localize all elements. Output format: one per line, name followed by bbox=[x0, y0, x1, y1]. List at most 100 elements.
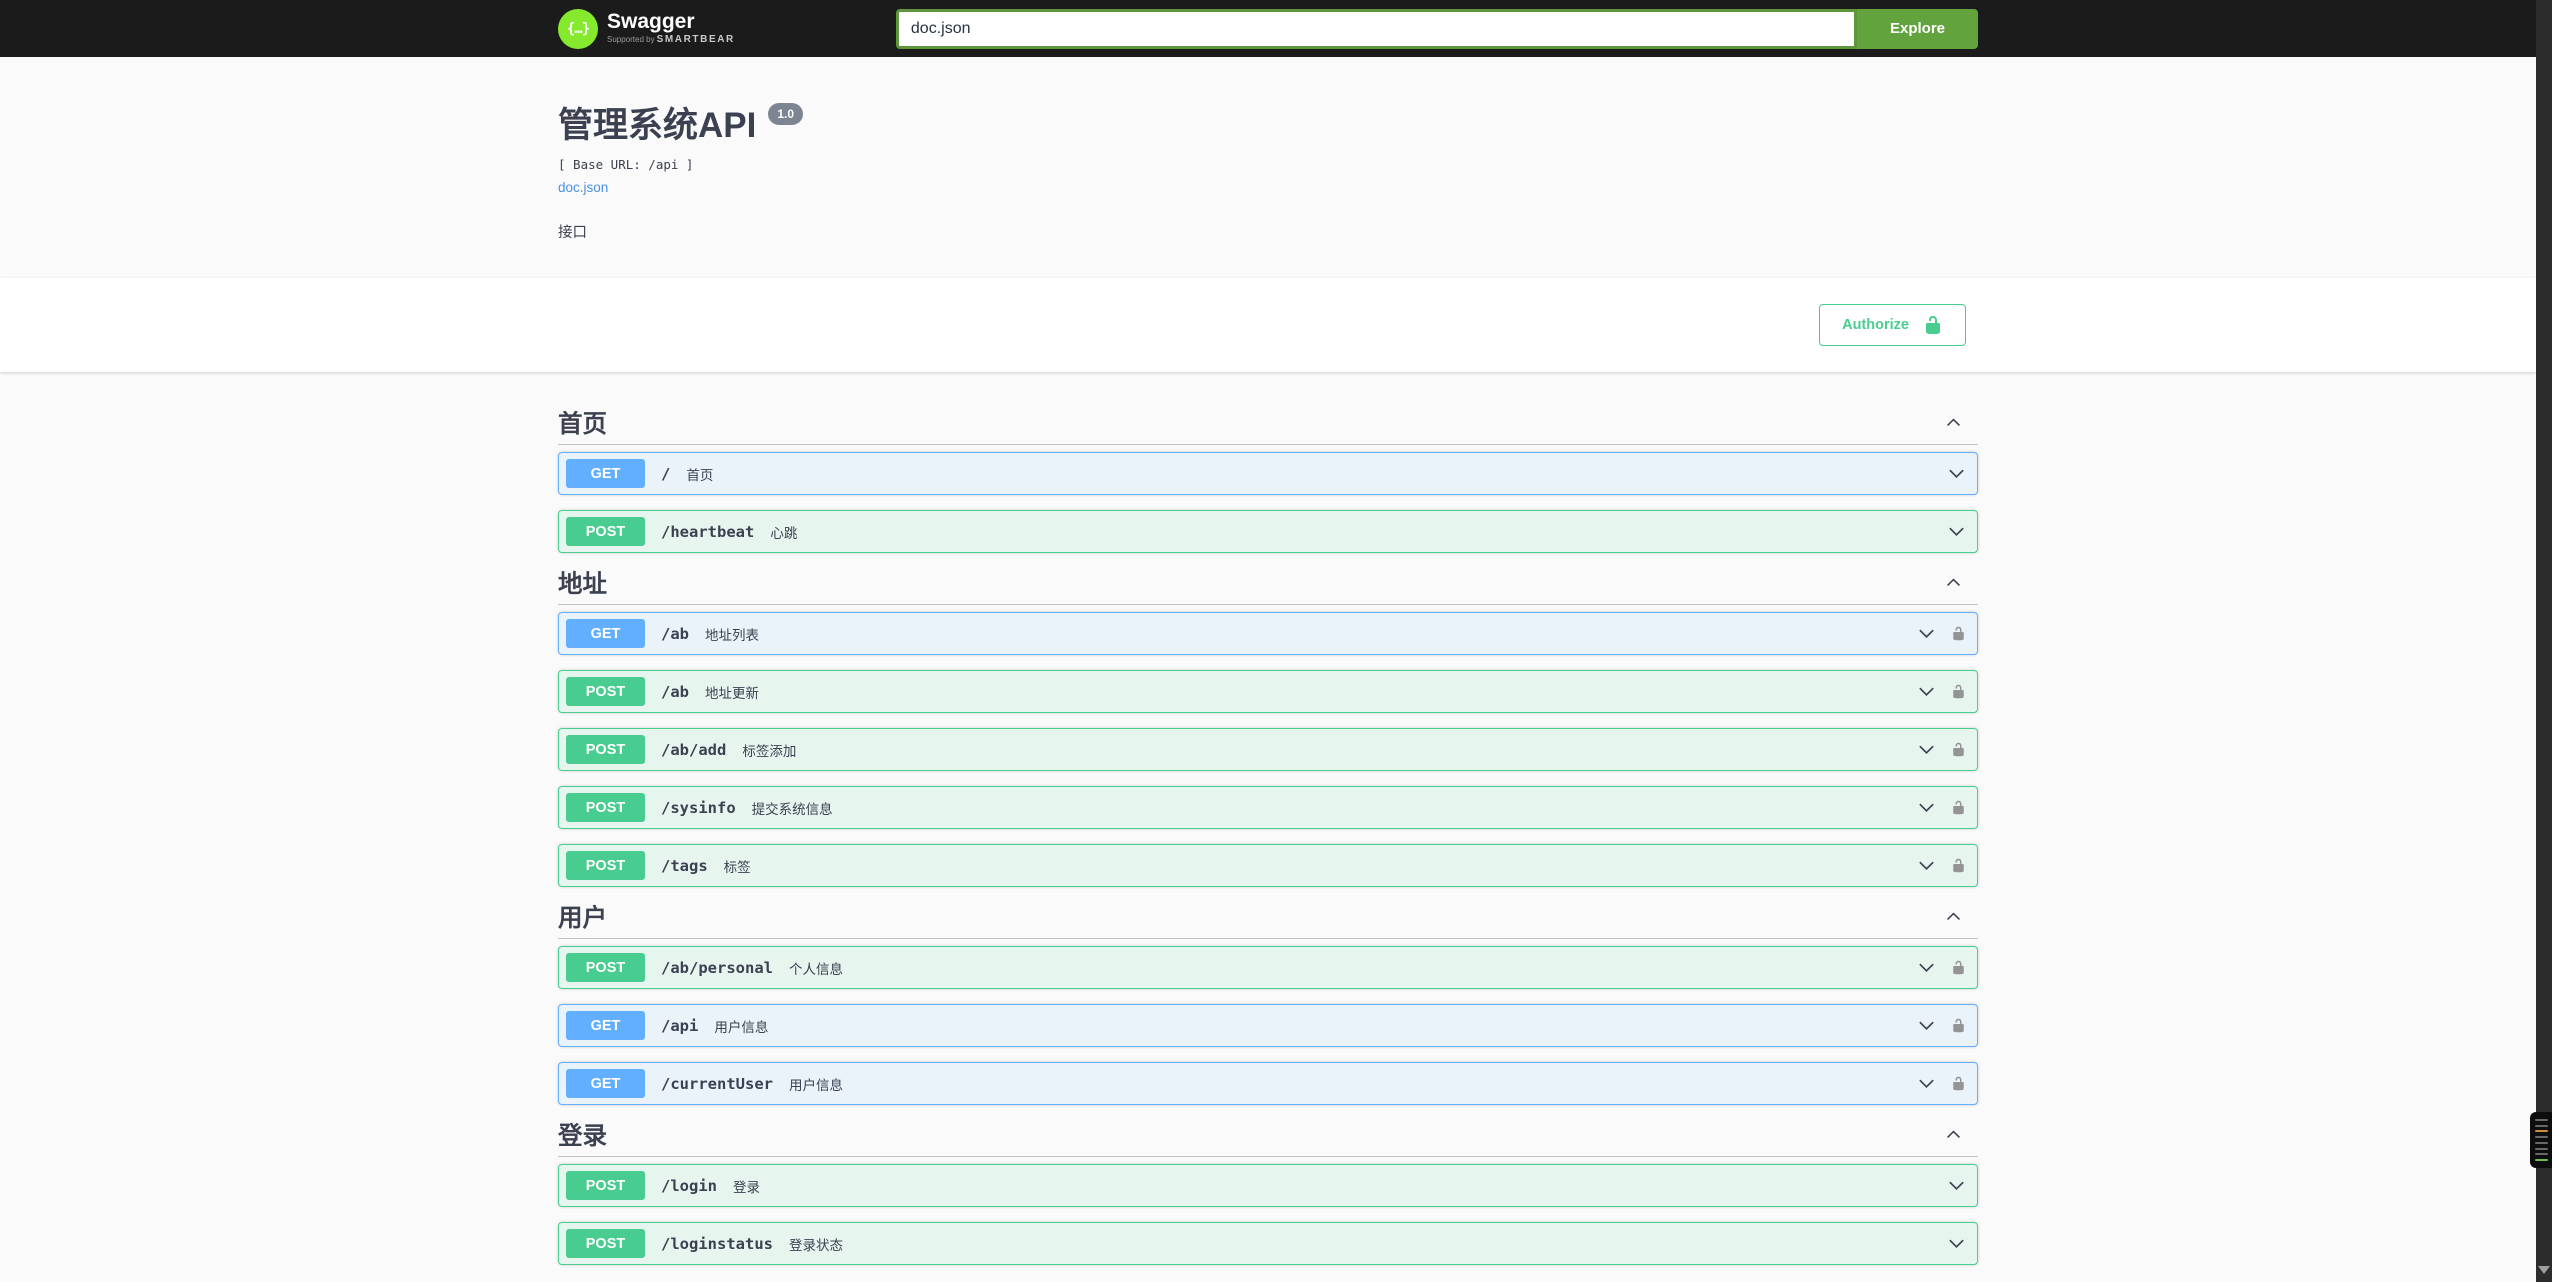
operation-path: /ab/add bbox=[661, 740, 727, 759]
operation-path: /ab/personal bbox=[661, 958, 773, 977]
section-header[interactable]: 地址 bbox=[558, 570, 1978, 605]
brand-name: Swagger bbox=[607, 10, 695, 34]
method-badge: POST bbox=[566, 677, 645, 706]
api-section: 地址 GET/ab 地址列表 POST/ab 地址更新 POST/ab/add 标签添加 PO… bbox=[558, 570, 1978, 887]
operation-row[interactable]: POST/heartbeat 心跳 bbox=[558, 510, 1978, 553]
info-section: 管理系统API 1.0 [ Base URL: /api ] doc.json … bbox=[0, 57, 2536, 278]
operation-summary: 提交系统信息 bbox=[751, 801, 833, 817]
operation-row[interactable]: POST/loginstatus 登录状态 bbox=[558, 1222, 1978, 1265]
auth-lock-button[interactable] bbox=[1951, 858, 1966, 873]
operation-path: /api bbox=[661, 1016, 699, 1035]
minimap-line bbox=[2535, 1119, 2548, 1121]
expand-chevron-icon[interactable] bbox=[1917, 740, 1936, 759]
section-title: 登录 bbox=[558, 1123, 607, 1150]
sections: 首页 GET / 首页 POST/heartbeat 心跳地址 GET/ab 地址列表 POST… bbox=[558, 372, 1978, 1265]
expand-chevron-icon[interactable] bbox=[1947, 1234, 1966, 1253]
operation-row[interactable]: POST/tags 标签 bbox=[558, 844, 1978, 887]
auth-lock-button[interactable] bbox=[1951, 742, 1966, 757]
unlock-icon bbox=[1953, 742, 1964, 757]
brand-subtitle: Supported by SMARTBEAR bbox=[607, 35, 735, 46]
expand-chevron-icon[interactable] bbox=[1917, 1074, 1936, 1093]
operation-summary: 首页 bbox=[686, 467, 714, 483]
operation-summary: 标签 bbox=[723, 859, 751, 875]
expand-chevron-icon[interactable] bbox=[1917, 856, 1936, 875]
expand-chevron-icon[interactable] bbox=[1947, 1176, 1966, 1195]
section-title: 首页 bbox=[558, 411, 607, 438]
operation-row[interactable]: POST/ab/add 标签添加 bbox=[558, 728, 1978, 771]
auth-lock-button[interactable] bbox=[1951, 684, 1966, 699]
expand-chevron-icon[interactable] bbox=[1947, 464, 1966, 483]
version-badge: 1.0 bbox=[768, 103, 804, 125]
row-controls bbox=[1947, 1176, 1966, 1195]
operation-row[interactable]: GET/ab 地址列表 bbox=[558, 612, 1978, 655]
authorize-button[interactable]: Authorize bbox=[1819, 304, 1966, 346]
expand-chevron-icon[interactable] bbox=[1917, 798, 1936, 817]
method-badge: POST bbox=[566, 953, 645, 982]
row-controls bbox=[1917, 958, 1966, 977]
unlock-icon bbox=[1953, 858, 1964, 873]
operation-path: /heartbeat bbox=[661, 522, 755, 541]
collapse-chevron-icon[interactable] bbox=[1945, 574, 1962, 591]
row-controls bbox=[1947, 464, 1966, 483]
unlock-icon bbox=[1953, 1018, 1964, 1033]
auth-lock-button[interactable] bbox=[1951, 1018, 1966, 1033]
unlock-icon bbox=[1953, 626, 1964, 641]
minimap-line bbox=[2535, 1124, 2548, 1127]
operation-path: /login bbox=[661, 1176, 717, 1195]
operation-row[interactable]: GET/currentUser 用户信息 bbox=[558, 1062, 1978, 1105]
brand-text: Swagger Supported by SMARTBEAR bbox=[607, 11, 735, 46]
operation-row[interactable]: POST/login 登录 bbox=[558, 1164, 1978, 1207]
row-controls bbox=[1947, 1234, 1966, 1253]
method-badge: POST bbox=[566, 793, 645, 822]
collapse-chevron-icon[interactable] bbox=[1945, 908, 1962, 925]
expand-chevron-icon[interactable] bbox=[1917, 1016, 1936, 1035]
minimap-line bbox=[2535, 1153, 2548, 1156]
spec-doc-link[interactable]: doc.json bbox=[558, 180, 608, 195]
operation-row[interactable]: GET/api 用户信息 bbox=[558, 1004, 1978, 1047]
base-url-label: [ Base URL: /api ] bbox=[558, 157, 694, 172]
main-content: {…} Swagger Supported bySMARTBEAR Explor… bbox=[0, 0, 2536, 1282]
row-controls bbox=[1947, 522, 1966, 541]
api-section: 首页 GET / 首页 POST/heartbeat 心跳 bbox=[558, 410, 1978, 553]
operation-path: /sysinfo bbox=[661, 798, 736, 817]
operation-row[interactable]: POST/ab 地址更新 bbox=[558, 670, 1978, 713]
scrollbar-minimap-thumb[interactable] bbox=[2530, 1112, 2552, 1168]
scrollbar-track[interactable] bbox=[2530, 0, 2552, 1282]
operation-summary: 地址更新 bbox=[705, 685, 759, 701]
section-header[interactable]: 首页 bbox=[558, 410, 1978, 445]
method-badge: GET bbox=[566, 459, 645, 488]
operation-row[interactable]: GET / 首页 bbox=[558, 452, 1978, 495]
row-controls bbox=[1917, 682, 1966, 701]
operation-path: /tags bbox=[661, 856, 708, 875]
collapse-chevron-icon[interactable] bbox=[1945, 1126, 1962, 1143]
operation-row[interactable]: POST/ab/personal 个人信息 bbox=[558, 946, 1978, 989]
expand-chevron-icon[interactable] bbox=[1947, 522, 1966, 541]
auth-lock-button[interactable] bbox=[1951, 1076, 1966, 1091]
method-badge: POST bbox=[566, 735, 645, 764]
unlock-icon bbox=[1953, 1076, 1964, 1091]
expand-chevron-icon[interactable] bbox=[1917, 958, 1936, 977]
unlock-icon bbox=[1953, 684, 1964, 699]
operation-summary: 登录状态 bbox=[788, 1237, 843, 1253]
swagger-logo-link[interactable]: {…} Swagger Supported by SMARTBEAR bbox=[558, 8, 735, 49]
unlock-icon bbox=[1953, 960, 1964, 975]
spec-url-input[interactable] bbox=[895, 8, 1857, 49]
topbar: {…} Swagger Supported bySMARTBEAR Explor… bbox=[0, 0, 2536, 57]
supported-by-label: Supported by bbox=[607, 35, 655, 45]
expand-chevron-icon[interactable] bbox=[1917, 682, 1936, 701]
collapse-chevron-icon[interactable] bbox=[1945, 414, 1962, 431]
section-header[interactable]: 登录 bbox=[558, 1122, 1978, 1157]
auth-lock-button[interactable] bbox=[1951, 960, 1966, 975]
operation-summary: 标签添加 bbox=[742, 743, 797, 759]
minimap-line bbox=[2535, 1141, 2548, 1144]
section-header[interactable]: 用户 bbox=[558, 904, 1978, 939]
auth-lock-button[interactable] bbox=[1951, 626, 1966, 641]
explore-button[interactable]: Explore bbox=[1857, 8, 1978, 49]
auth-lock-button[interactable] bbox=[1951, 800, 1966, 815]
scroll-down-arrow-icon[interactable] bbox=[2538, 1266, 2550, 1274]
expand-chevron-icon[interactable] bbox=[1917, 624, 1936, 643]
operation-row[interactable]: POST/sysinfo 提交系统信息 bbox=[558, 786, 1978, 829]
operation-path: / bbox=[661, 464, 671, 483]
section-title: 地址 bbox=[558, 571, 607, 598]
method-badge: POST bbox=[566, 1229, 645, 1258]
